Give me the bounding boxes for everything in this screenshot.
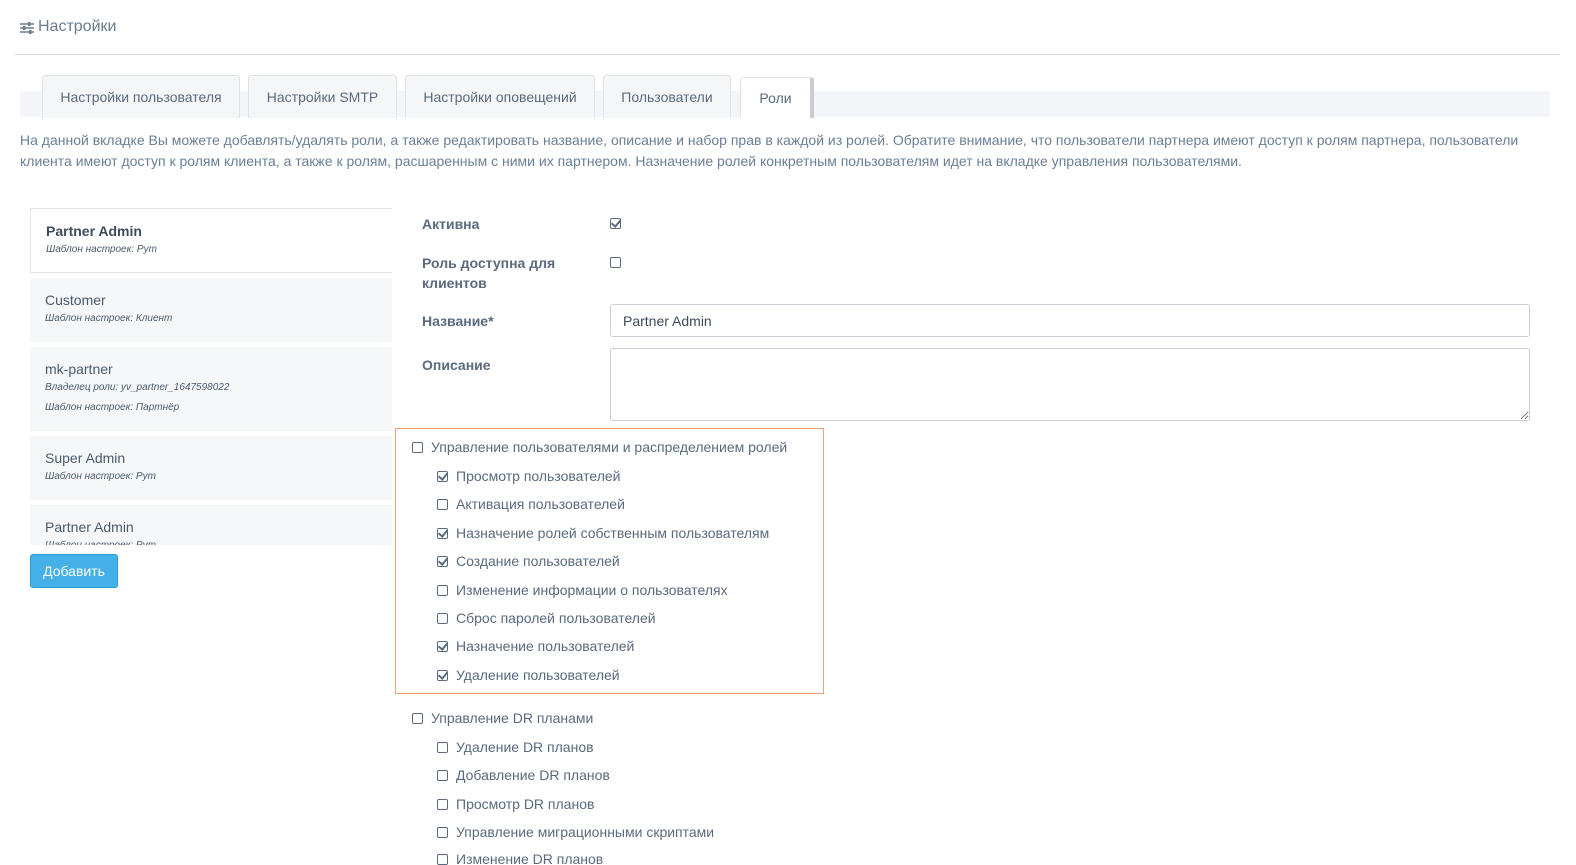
permission-reset-passwords[interactable]: Сброс паролей пользователей [437, 610, 656, 626]
checkbox[interactable] [437, 498, 448, 510]
page-header: Настройки [15, 0, 1560, 55]
checkbox[interactable] [437, 584, 448, 596]
role-item-customer[interactable]: Customer Шаблон настроек: Клиент [30, 278, 392, 342]
permission-view-users[interactable]: Просмотр пользователей [437, 468, 621, 484]
role-item-super-admin[interactable]: Super Admin Шаблон настроек: Рут [30, 436, 392, 500]
checkbox[interactable] [412, 712, 423, 724]
role-item-partner-admin-2[interactable]: Partner Admin Шаблон настроек: Рут [30, 505, 392, 545]
permission-assign-users[interactable]: Назначение пользователей [437, 638, 634, 654]
checkbox[interactable] [412, 441, 423, 453]
checkbox[interactable] [437, 826, 448, 838]
checkbox[interactable] [437, 798, 448, 810]
tab-smtp-settings[interactable]: Настройки SMTP [248, 75, 397, 118]
checkbox[interactable] [437, 527, 448, 539]
permission-label: Создание пользователей [456, 553, 620, 569]
permission-label: Удаление пользователей [456, 667, 620, 683]
permission-assign-own-roles[interactable]: Назначение ролей собственным пользовател… [437, 525, 769, 541]
role-item-partner-admin[interactable]: Partner Admin Шаблон настроек: Рут [30, 208, 392, 273]
permission-label: Назначение пользователей [456, 638, 635, 654]
tab-notification-settings[interactable]: Настройки оповещений [405, 75, 595, 118]
permission-delete-dr-plans[interactable]: Удаление DR планов [437, 739, 594, 755]
role-meta: Владелец роли: yv_partner_1647598022 [45, 382, 230, 393]
description-label: Описание [422, 357, 491, 373]
permission-view-dr-plans[interactable]: Просмотр DR планов [437, 796, 594, 812]
role-name: Super Admin [45, 450, 126, 466]
permission-activate-users[interactable]: Активация пользователей [437, 496, 625, 512]
checkbox[interactable] [437, 669, 448, 681]
sliders-icon [20, 22, 34, 34]
permission-group-dr-plans[interactable]: Управление DR планами [412, 710, 593, 726]
permission-label: Сброс паролей пользователей [456, 610, 656, 626]
client-access-label: Роль доступна для клиентов [422, 255, 556, 291]
permission-label: Просмотр пользователей [456, 468, 621, 484]
tab-users[interactable]: Пользователи [603, 75, 731, 118]
page-title-text: Настройки [38, 18, 117, 35]
permission-label: Просмотр DR планов [456, 796, 595, 812]
permission-group-user-management[interactable]: Управление пользователями и распределени… [412, 439, 787, 455]
role-meta: Шаблон настроек: Рут [46, 244, 157, 255]
tab-user-settings[interactable]: Настройки пользователя [42, 75, 240, 118]
role-meta: Шаблон настроек: Рут [45, 536, 377, 545]
checkbox[interactable] [437, 741, 448, 753]
checkbox[interactable] [437, 555, 448, 567]
role-name: Customer [45, 292, 106, 308]
page-title: Настройки [20, 18, 116, 36]
checkbox[interactable] [437, 612, 448, 624]
permission-label: Управление миграционными скриптами [456, 824, 715, 840]
permission-edit-dr-plans[interactable]: Изменение DR планов [437, 851, 603, 865]
permission-label: Изменение DR планов [456, 851, 604, 865]
permission-edit-user-info[interactable]: Изменение информации о пользователях [437, 582, 728, 598]
client-access-checkbox[interactable] [610, 257, 621, 268]
active-label: Активна [422, 216, 480, 232]
checkbox[interactable] [437, 769, 448, 781]
role-meta: Шаблон настроек: Партнёр [45, 402, 180, 413]
checkbox[interactable] [437, 640, 448, 652]
role-item-mk-partner[interactable]: mk-partner Владелец роли: yv_partner_164… [30, 347, 392, 431]
permission-label: Изменение информации о пользователях [456, 582, 728, 598]
role-meta: Шаблон настроек: Клиент [45, 313, 173, 324]
permission-label: Удаление DR планов [456, 739, 594, 755]
roles-description: На данной вкладке Вы можете добавлять/уд… [20, 132, 1519, 169]
role-name: mk-partner [45, 361, 113, 377]
permission-label: Управление DR планами [431, 710, 594, 726]
name-label: Название* [422, 313, 494, 329]
active-checkbox[interactable] [610, 218, 621, 229]
role-meta: Шаблон настроек: Рут [45, 471, 156, 482]
permission-label: Добавление DR планов [456, 767, 610, 783]
permission-add-dr-plans[interactable]: Добавление DR планов [437, 767, 610, 783]
description-textarea[interactable] [610, 348, 1530, 421]
permission-delete-users[interactable]: Удаление пользователей [437, 667, 620, 683]
checkbox[interactable] [437, 470, 448, 482]
permission-label: Управление пользователями и распределени… [431, 439, 788, 455]
role-name: Partner Admin [46, 223, 142, 239]
role-name: Partner Admin [45, 519, 134, 535]
roles-list[interactable]: Partner Admin Шаблон настроек: Рут Custo… [30, 208, 392, 545]
add-role-button[interactable]: Добавить [30, 554, 118, 588]
tab-roles[interactable]: Роли [740, 77, 814, 118]
permission-migration-scripts[interactable]: Управление миграционными скриптами [437, 824, 714, 840]
permission-label: Назначение ролей собственным пользовател… [456, 525, 770, 541]
permission-label: Активация пользователей [456, 496, 625, 512]
permission-create-users[interactable]: Создание пользователей [437, 553, 620, 569]
checkbox[interactable] [437, 853, 448, 865]
name-input[interactable] [610, 304, 1530, 337]
